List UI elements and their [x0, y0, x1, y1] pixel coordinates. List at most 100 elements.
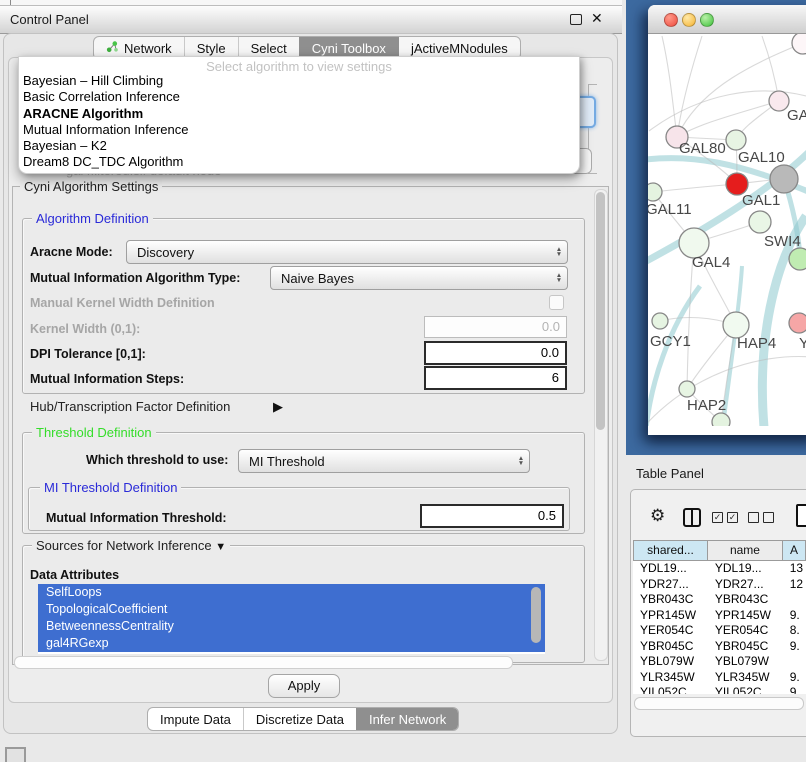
mi-algorithm-type-select[interactable]: Naive Bayes ▲▼: [270, 266, 568, 290]
manual-kernel-width-checkbox[interactable]: [549, 295, 564, 310]
table-row[interactable]: YDL19...YDL19...13: [633, 561, 806, 577]
table-cell: YDL19...: [633, 561, 708, 577]
aracne-mode-select[interactable]: Discovery ▲▼: [126, 240, 568, 264]
kernel-width-label: Kernel Width (0,1):: [30, 322, 140, 336]
zoom-traffic-light[interactable]: [700, 13, 714, 27]
stepper-arrows-icon: ▲▼: [513, 456, 529, 467]
sources-legend: Sources for Network Inference ▼: [32, 538, 230, 553]
float-window-icon[interactable]: [570, 14, 582, 25]
table-row[interactable]: YLR345WYLR345W9.: [633, 670, 806, 686]
split-columns-icon[interactable]: [683, 508, 701, 527]
table-row[interactable]: YER054CYER054C8.: [633, 623, 806, 639]
tab-label: Discretize Data: [256, 712, 344, 727]
network-node-y[interactable]: [789, 313, 806, 333]
table-row[interactable]: YBR043CYBR043C: [633, 592, 806, 608]
network-node[interactable]: [770, 165, 798, 193]
algorithm-option-dream8-dc-tdc-algorithm[interactable]: Dream8 DC_TDC Algorithm: [19, 154, 579, 170]
column-header-a[interactable]: A: [783, 540, 806, 561]
kernel-width-field[interactable]: 0.0: [424, 316, 567, 338]
checked-checkbox-icon[interactable]: ✓: [727, 512, 738, 523]
settings-scrollbar-thumb[interactable]: [596, 192, 605, 430]
which-threshold-label: Which threshold to use:: [86, 453, 228, 467]
network-node-gal11[interactable]: [648, 183, 662, 201]
algorithm-option-mutual-information-inference[interactable]: Mutual Information Inference: [19, 122, 579, 138]
minimized-panel-icon[interactable]: [5, 747, 26, 762]
table-horizontal-scrollbar[interactable]: [634, 697, 804, 710]
table-cell: YLR345W: [708, 670, 783, 686]
attribute-item-betweennesscentrality[interactable]: BetweennessCentrality: [38, 618, 545, 635]
network-node[interactable]: [712, 413, 730, 426]
table-row[interactable]: YBR045CYBR045C9.: [633, 639, 806, 655]
algorithm-dropdown-popup: Select algorithm to view settings Bayesi…: [18, 56, 580, 174]
mi-steps-label: Mutual Information Steps:: [30, 372, 184, 386]
table-cell: YIL052C: [633, 685, 708, 694]
table-body: YDL19...YDL19...13YDR27...YDR27...12YBR0…: [633, 561, 806, 694]
network-node-gal10[interactable]: [726, 130, 746, 150]
gear-icon[interactable]: ⚙: [650, 506, 665, 526]
sources-collapse-arrow-icon[interactable]: ▼: [215, 541, 226, 553]
threshold-definition-legend: Threshold Definition: [32, 425, 156, 440]
table-cell: YDR27...: [633, 577, 708, 593]
network-node[interactable]: [792, 34, 806, 54]
data-attributes-list: SelfLoopsTopologicalCoefficientBetweenne…: [38, 584, 545, 654]
table-cell: YLR345W: [633, 670, 708, 686]
network-node-gcy1[interactable]: [652, 313, 668, 329]
table-row[interactable]: YIL052CYIL052C9.: [633, 685, 806, 694]
cyni-settings-legend: Cyni Algorithm Settings: [20, 179, 162, 194]
network-node-hap2[interactable]: [679, 381, 695, 397]
mi-steps-field[interactable]: 6: [424, 366, 567, 390]
unchecked-checkbox-icon[interactable]: [748, 512, 759, 523]
algorithm-dropdown-placeholder[interactable]: Select algorithm to view settings: [19, 57, 579, 73]
network-node-swi4[interactable]: [789, 248, 806, 270]
document-icon[interactable]: [796, 504, 806, 527]
network-node-gal1[interactable]: [749, 211, 771, 233]
algorithm-option-basic-correlation-inference[interactable]: Basic Correlation Inference: [19, 89, 579, 105]
minimize-traffic-light[interactable]: [682, 13, 696, 27]
table-row[interactable]: YDR27...YDR27...12: [633, 577, 806, 593]
column-header-name[interactable]: name: [708, 540, 783, 561]
mi-threshold-field[interactable]: 0.5: [420, 504, 564, 528]
attribute-item-topologicalcoefficient[interactable]: TopologicalCoefficient: [38, 601, 545, 618]
stepper-arrows-icon: ▲▼: [551, 273, 567, 284]
dpi-tolerance-field[interactable]: 0.0: [424, 341, 567, 365]
node-label: HAP2: [687, 397, 726, 414]
table-cell: YPR145W: [708, 608, 783, 624]
column-header-shared-[interactable]: shared...: [633, 540, 708, 561]
apply-button[interactable]: Apply: [268, 674, 340, 698]
bottom-tab-discretize-data[interactable]: Discretize Data: [243, 708, 356, 730]
network-edge: [653, 184, 737, 192]
bottom-tab-impute-data[interactable]: Impute Data: [148, 708, 243, 730]
table-cell: [783, 592, 806, 608]
algorithm-definition-legend: Algorithm Definition: [32, 211, 153, 226]
network-window-titlebar[interactable]: [648, 5, 806, 34]
tab-label: Impute Data: [160, 712, 231, 727]
close-icon[interactable]: ✕: [591, 10, 603, 27]
network-node-gal[interactable]: [769, 91, 789, 111]
control-panel-titlebar: Control Panel ✕: [0, 5, 622, 34]
checked-checkbox-icon[interactable]: ✓: [712, 512, 723, 523]
table-row[interactable]: YBL079WYBL079W: [633, 654, 806, 670]
attribute-item-gal4rgexp[interactable]: gal4RGexp: [38, 635, 545, 652]
attributes-scrollbar-thumb[interactable]: [531, 587, 541, 643]
bottom-tab-infer-network[interactable]: Infer Network: [356, 708, 458, 730]
network-canvas[interactable]: GALGAL80GAL10GAL11GAL1SWI4GAL4GCY1HAP4YH…: [648, 34, 806, 426]
algorithm-option-aracne-algorithm[interactable]: ARACNE Algorithm: [19, 106, 579, 122]
table-row[interactable]: YPR145WYPR145W9.: [633, 608, 806, 624]
attribute-item-selfloops[interactable]: SelfLoops: [38, 584, 545, 601]
table-cell: 13: [783, 561, 806, 577]
close-traffic-light[interactable]: [664, 13, 678, 27]
table-cell: YBR043C: [708, 592, 783, 608]
node-label: SWI4: [764, 233, 801, 250]
hub-expand-arrow-icon[interactable]: ▶: [273, 399, 283, 415]
tab-label: Infer Network: [369, 712, 446, 727]
network-edge: [662, 36, 677, 137]
unchecked-checkbox-icon[interactable]: [763, 512, 774, 523]
settings-horizontal-scrollbar[interactable]: [14, 656, 513, 669]
table-cell: [783, 654, 806, 670]
algorithm-option-bayesian-k2[interactable]: Bayesian – K2: [19, 138, 579, 154]
algorithm-option-bayesian-hill-climbing[interactable]: Bayesian – Hill Climbing: [19, 73, 579, 89]
sources-title: Sources for Network Inference: [36, 538, 212, 553]
table-cell: YDL19...: [708, 561, 783, 577]
which-threshold-select[interactable]: MI Threshold ▲▼: [238, 449, 530, 473]
aracne-mode-label: Aracne Mode:: [30, 245, 113, 259]
